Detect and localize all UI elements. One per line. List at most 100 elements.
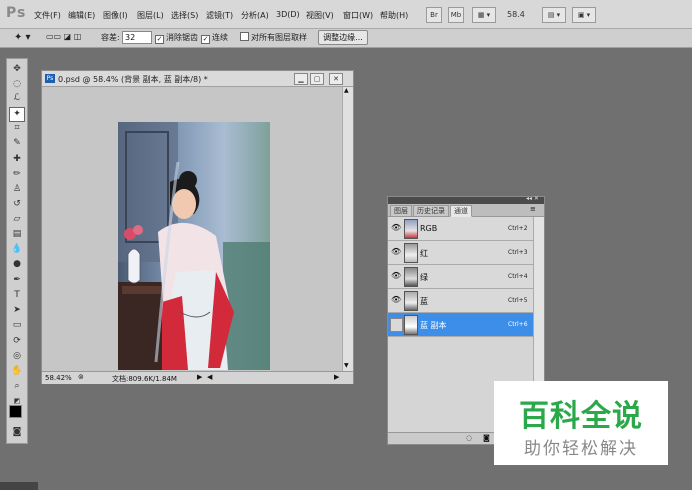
watermark-logo: 百科全说 助你轻松解决 [494,381,668,465]
menu-view[interactable]: 视图(V) [306,10,334,21]
tolerance-input[interactable]: 32 [122,31,152,44]
dodge-tool-icon[interactable]: ● [10,258,24,271]
menu-layer[interactable]: 图层(L) [137,10,164,21]
status-menu-arrow-icon[interactable]: ▶ [197,373,202,381]
status-options-icon[interactable]: ⊚ [78,373,84,381]
menu-image[interactable]: 图像(I) [103,10,128,21]
menu-window[interactable]: 窗口(W) [343,10,373,21]
magic-wand-tool-icon[interactable]: ✦ [9,107,25,122]
sample-all-label: 对所有图层取样 [251,33,307,42]
pen-tool-icon[interactable]: ✒ [10,274,24,287]
magic-wand-preset-icon[interactable]: ✦ ▾ [14,32,31,43]
maximize-button[interactable]: ▢ [310,73,324,85]
arrange-documents-button[interactable]: ▤ ▾ [542,7,566,23]
menu-file[interactable]: 文件(F) [34,10,61,21]
panel-tabs: 图层 历史记录 通道 ≡ [388,204,544,217]
watermark-title: 百科全说 [519,399,643,434]
sample-all-check-icon [240,32,249,41]
path-select-icon[interactable]: ➤ [10,304,24,317]
sample-all-layers-checkbox[interactable]: 对所有图层取样 [240,32,307,43]
taskbar-fragment [0,482,38,490]
scroll-left-icon[interactable]: ◀ [207,373,212,381]
load-selection-icon[interactable]: ◌ [466,434,472,442]
visibility-toggle-empty[interactable] [390,318,403,332]
history-brush-icon[interactable]: ↺ [10,198,24,211]
document-title-bar[interactable]: Ps 0.psd @ 58.4% (背景 副本, 蓝 副本/8) * ▁ ▢ ✕ [42,71,353,87]
channel-row[interactable]: 👁 绿 Ctrl+4 [388,265,533,289]
healing-brush-icon[interactable]: ✚ [10,153,24,166]
channel-shortcut: Ctrl+2 [508,225,528,232]
hand-tool-icon[interactable]: ✋ [10,365,24,378]
scroll-right-icon[interactable]: ▶ [334,373,339,381]
foreground-color-swatch[interactable] [9,405,22,418]
tab-channels[interactable]: 通道 [450,205,472,217]
lasso-tool-icon[interactable]: ℒ [10,92,24,105]
document-title: 0.psd @ 58.4% (背景 副本, 蓝 副本/8) * [58,75,208,84]
antialias-check-icon: ✓ [155,35,164,44]
channel-name: 红 [420,249,428,258]
panel-menu-icon[interactable]: ≡ [530,205,536,213]
menu-analysis[interactable]: 分析(A) [241,10,269,21]
scroll-down-icon[interactable]: ▼ [344,362,349,369]
panel-collapse-icon[interactable]: ◂◂ ✕ [526,195,539,202]
eyedropper-tool-icon[interactable]: ✎ [10,137,24,150]
channel-row[interactable]: 👁 红 Ctrl+3 [388,241,533,265]
shape-tool-icon[interactable]: ▭ [10,319,24,332]
ps-document-icon: Ps [45,74,55,83]
minimize-button[interactable]: ▁ [294,73,308,85]
zoom-level-select[interactable]: 58.4 [507,10,525,19]
eye-icon[interactable]: 👁 [391,248,401,256]
stamp-tool-icon[interactable]: ♙ [10,183,24,196]
eraser-tool-icon[interactable]: ▱ [10,213,24,226]
3d-rotate-icon[interactable]: ⟳ [10,335,24,348]
channel-row[interactable]: 👁 RGB Ctrl+2 [388,217,533,241]
contiguous-checkbox[interactable]: ✓ 连续 [201,32,228,44]
refine-edge-button[interactable]: 调整边缘... [318,30,368,45]
3d-orbit-icon[interactable]: ◎ [10,350,24,363]
channel-name: 蓝 副本 [420,321,447,330]
mini-bridge-button[interactable]: Mb [448,7,464,23]
quick-mask-icon[interactable]: ◙ [10,426,24,439]
marquee-tool-icon[interactable]: ◌ [10,78,24,91]
channel-row[interactable]: 👁 蓝 Ctrl+5 [388,289,533,313]
eye-icon[interactable]: 👁 [391,296,401,304]
selection-mode-icons[interactable]: ▭▭ ◪ ◫ [46,32,81,41]
menu-3d[interactable]: 3D(D) [276,10,300,19]
close-button[interactable]: ✕ [329,73,343,85]
channel-name: 绿 [420,273,428,282]
zoom-tool-icon[interactable]: ⌕ [10,380,24,393]
crop-tool-icon[interactable]: ⌗ [10,122,24,135]
menu-filter[interactable]: 滤镜(T) [206,10,233,21]
eye-icon[interactable]: 👁 [391,272,401,280]
gradient-tool-icon[interactable]: ▤ [10,228,24,241]
channel-thumbnail [404,291,418,311]
blur-tool-icon[interactable]: 💧 [10,243,24,256]
canvas-area[interactable] [42,87,342,371]
channel-name: 蓝 [420,297,428,306]
channel-row[interactable]: 蓝 副本 Ctrl+6 [388,313,533,337]
zoom-percentage[interactable]: 58.42% [45,374,72,382]
document-status-bar: 58.42% ⊚ 文档:809.6K/1.84M ▶ ◀ ▶ [42,371,353,384]
channel-name: RGB [420,224,438,233]
move-tool-icon[interactable]: ✥ [10,63,24,76]
type-tool-icon[interactable]: T [10,289,24,302]
brush-tool-icon[interactable]: ✏ [10,168,24,181]
scroll-up-icon[interactable]: ▲ [344,87,349,94]
vertical-scrollbar[interactable]: ▲ ▼ [342,87,353,371]
eye-icon[interactable]: 👁 [391,224,401,232]
antialias-checkbox[interactable]: ✓ 消除锯齿 [155,32,198,44]
menu-help[interactable]: 帮助(H) [380,10,408,21]
view-extras-button[interactable]: ▦ ▾ [472,7,496,23]
channel-thumbnail [404,219,418,239]
toolbox: ✥ ◌ ℒ ✦ ⌗ ✎ ✚ ✏ ♙ ↺ ▱ ▤ 💧 ● ✒ T ➤ ▭ ⟳ ◎ … [6,58,28,444]
tab-layers[interactable]: 图层 [390,205,412,217]
screen-mode-button[interactable]: ▣ ▾ [572,7,596,23]
channel-thumbnail [404,267,418,287]
tab-history[interactable]: 历史记录 [413,205,449,217]
menu-bar: Ps 文件(F) 编辑(E) 图像(I) 图层(L) 选择(S) 滤镜(T) 分… [0,0,692,29]
panel-header-strip[interactable]: ◂◂ ✕ [388,195,544,204]
save-selection-icon[interactable]: ◙ [483,434,490,442]
menu-select[interactable]: 选择(S) [171,10,198,21]
bridge-button[interactable]: Br [426,7,442,23]
menu-edit[interactable]: 编辑(E) [68,10,95,21]
